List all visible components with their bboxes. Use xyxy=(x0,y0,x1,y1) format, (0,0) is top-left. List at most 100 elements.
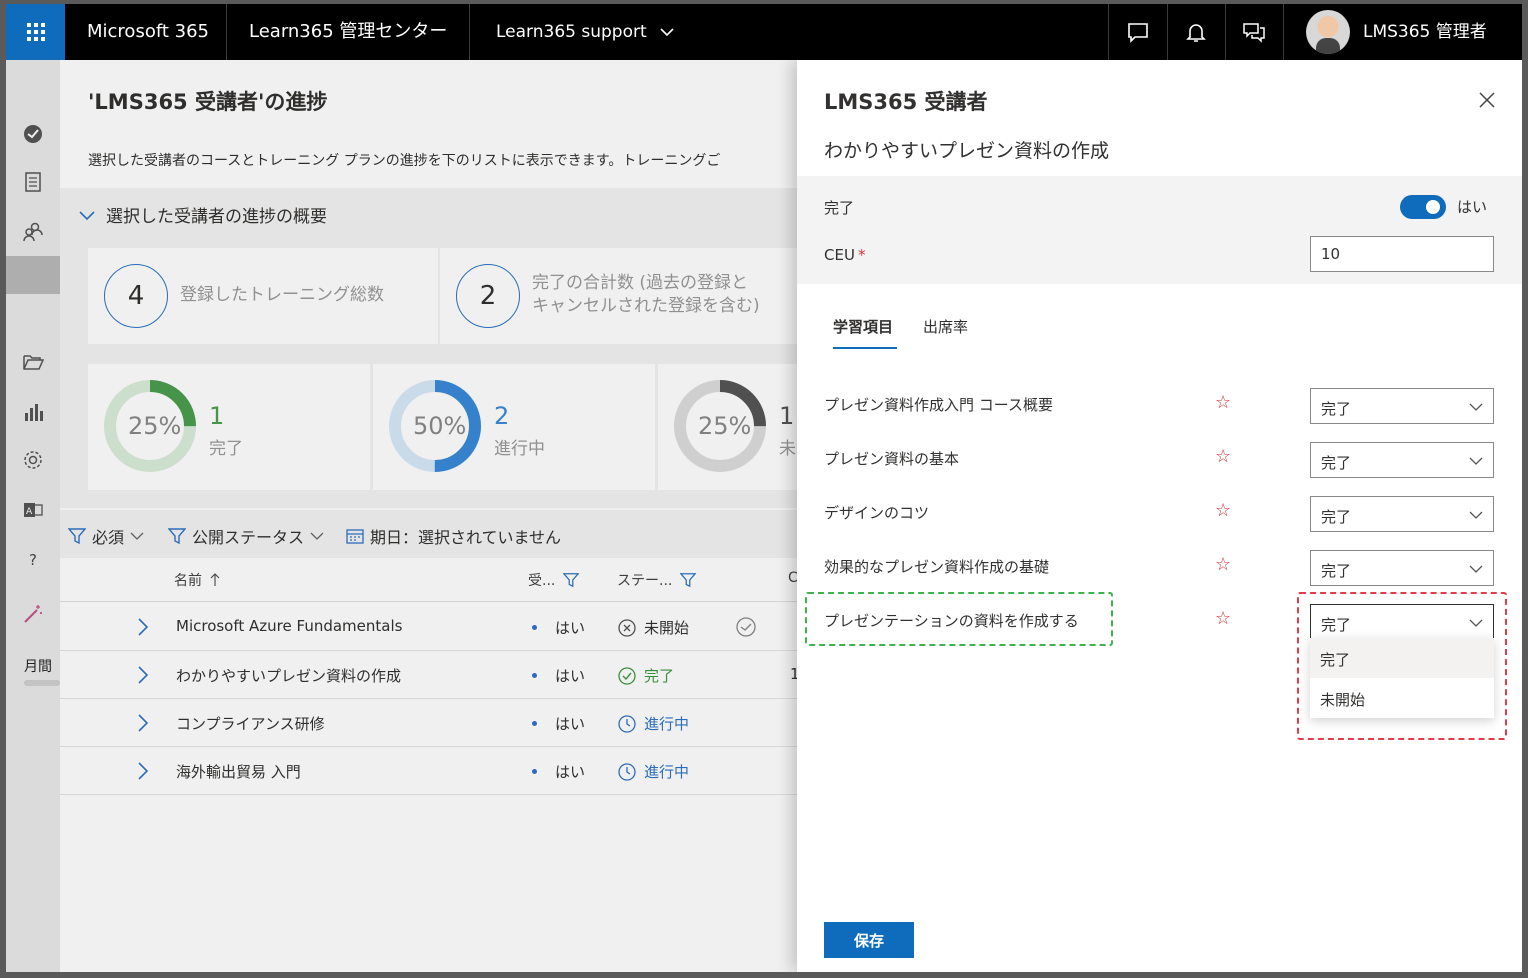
rail-item-access[interactable]: A xyxy=(19,496,47,524)
sort-ascending-icon xyxy=(210,573,220,586)
row-name[interactable]: 海外輸出貿易 入門 xyxy=(176,761,301,782)
ceu-input[interactable]: 10 xyxy=(1310,236,1494,272)
star-icon[interactable]: ☆ xyxy=(1215,392,1231,413)
column-status[interactable]: ステー... xyxy=(617,570,697,590)
rail-month-label: 月間 xyxy=(24,659,52,675)
chevron-down-icon xyxy=(310,532,324,540)
learning-item-label: プレゼン資料作成入門 コース概要 xyxy=(824,396,1054,414)
learning-item-status-dropdown[interactable]: 完了 xyxy=(1310,388,1494,424)
rail-item-users[interactable] xyxy=(19,218,47,246)
chevron-down-icon xyxy=(1469,511,1483,519)
donut-progress-percent: 50% xyxy=(413,412,467,440)
row-status-value: 進行中 xyxy=(644,763,690,781)
gear-icon xyxy=(24,451,42,469)
row-name[interactable]: Microsoft Azure Fundamentals xyxy=(176,617,402,635)
row-status-value: 完了 xyxy=(644,667,675,685)
tab-learning-items[interactable]: 学習項目 xyxy=(833,316,893,337)
chevron-right-icon[interactable] xyxy=(136,665,150,685)
detail-panel: LMS365 受講者 わかりやすいプレゼン資料の作成 完了 はい CEU * 10… xyxy=(797,60,1522,972)
messages-button[interactable] xyxy=(1225,4,1283,60)
waffle-icon xyxy=(26,23,45,41)
donut-notstarted-label: 未 xyxy=(779,439,796,459)
admin-center-link[interactable]: Learn365 管理センター xyxy=(249,4,447,60)
filter-required[interactable]: 必須 xyxy=(68,524,144,548)
complete-label: 完了 xyxy=(824,199,855,217)
user-name[interactable]: LMS365 管理者 xyxy=(1363,4,1487,60)
dropdown-value: 完了 xyxy=(1321,400,1352,418)
page-title: 'LMS365 受講者'の進捗 xyxy=(88,90,328,114)
chevron-down-icon xyxy=(1469,403,1483,411)
table-row[interactable]: わかりやすいプレゼン資料の作成 はい 完了 10 xyxy=(60,651,809,699)
stat-card-total: 4 登録したトレーニング総数 xyxy=(88,248,438,344)
table-row[interactable]: コンプライアンス研修 はい 進行中 xyxy=(60,699,800,747)
filter-date[interactable]: 期日：選択されていません xyxy=(346,524,561,548)
rail-item-courses[interactable] xyxy=(19,168,47,196)
row-enrolled: はい xyxy=(532,665,585,686)
table-row[interactable]: Microsoft Azure Fundamentals はい 未開始 xyxy=(60,603,800,651)
learning-item-status-dropdown[interactable]: 完了 xyxy=(1310,550,1494,586)
star-icon[interactable]: ☆ xyxy=(1215,608,1231,629)
learning-item-status-dropdown[interactable]: 完了 xyxy=(1310,442,1494,478)
rail-item-settings[interactable] xyxy=(19,446,47,474)
donut-notstarted-count: 1 xyxy=(779,402,795,430)
chevron-right-icon[interactable] xyxy=(136,617,150,637)
save-button[interactable]: 保存 xyxy=(824,922,914,958)
rail-item-files[interactable] xyxy=(19,348,47,376)
complete-check-icon[interactable] xyxy=(736,617,756,637)
panel-subtitle: わかりやすいプレゼン資料の作成 xyxy=(824,140,1110,162)
filter-publish-status[interactable]: 公開ステータス xyxy=(168,524,324,548)
rail-item-tools[interactable] xyxy=(19,600,47,628)
summary-toggle-label: 選択した受講者の進捗の概要 xyxy=(106,207,327,227)
conversation-icon xyxy=(1243,23,1265,43)
notifications-button[interactable] xyxy=(1167,4,1225,60)
feedback-button[interactable] xyxy=(1109,4,1167,60)
dropdown-value: 完了 xyxy=(1321,454,1352,472)
page-description: 選択した受講者のコースとトレーニング プランの進捗を下のリストに表示できます。ト… xyxy=(88,153,721,169)
tab-attendance[interactable]: 出席率 xyxy=(923,316,968,337)
rail-item-reports[interactable] xyxy=(19,398,47,426)
row-name[interactable]: コンプライアンス研修 xyxy=(176,713,325,734)
tab-active-indicator xyxy=(833,347,897,349)
stat-completed-label-2: キャンセルされた登録を含む) xyxy=(532,296,760,316)
stat-card-completed: 2 完了の合計数 (過去の登録と キャンセルされた登録を含む) xyxy=(440,248,800,344)
learning-item-status-dropdown[interactable]: 完了 xyxy=(1310,496,1494,532)
left-rail: A ? 月間 xyxy=(6,60,60,972)
donut-done-label: 完了 xyxy=(209,439,243,459)
close-icon[interactable] xyxy=(1477,90,1497,110)
summary-toggle[interactable]: 選択した受講者の進捗の概要 xyxy=(78,202,327,227)
rail-item-help[interactable]: ? xyxy=(19,546,47,574)
column-enrolled-label: 受... xyxy=(528,573,556,589)
star-icon[interactable]: ☆ xyxy=(1215,500,1231,521)
donut-done-percent: 25% xyxy=(128,412,182,440)
stat-completed-label-1: 完了の合計数 (過去の登録と xyxy=(532,273,749,293)
app-launcher-button[interactable] xyxy=(6,4,65,60)
chevron-down-icon xyxy=(660,28,674,37)
brand-link[interactable]: Microsoft 365 xyxy=(87,4,209,60)
tenant-selector[interactable]: Learn365 support xyxy=(496,4,674,60)
top-bar: Microsoft 365 Learn365 管理センター Learn365 s… xyxy=(6,4,1522,60)
complete-toggle-text: はい xyxy=(1457,198,1488,216)
dropdown-value: 完了 xyxy=(1321,508,1352,526)
filter-icon xyxy=(68,528,86,545)
complete-toggle[interactable] xyxy=(1400,195,1446,219)
star-icon[interactable]: ☆ xyxy=(1215,446,1231,467)
column-name[interactable]: 名前 xyxy=(174,570,220,590)
table-row[interactable]: 海外輸出貿易 入門 はい 進行中 xyxy=(60,747,800,795)
rail-progress-bar xyxy=(24,680,60,686)
bar-chart-icon xyxy=(25,404,43,421)
star-icon[interactable]: ☆ xyxy=(1215,554,1231,575)
row-name[interactable]: わかりやすいプレゼン資料の作成 xyxy=(176,665,401,686)
stat-total-value: 4 xyxy=(104,264,168,328)
row-enrolled-value: はい xyxy=(555,619,586,637)
avatar[interactable] xyxy=(1306,10,1350,54)
ceu-label-text: CEU xyxy=(824,246,855,264)
chevron-right-icon[interactable] xyxy=(136,713,150,733)
donut-card-progress: 50% 2 進行中 xyxy=(373,364,655,490)
row-enrolled-value: はい xyxy=(555,667,586,685)
rail-item-home[interactable] xyxy=(19,120,47,148)
svg-text:A: A xyxy=(26,507,33,517)
table-header: 名前 受... ステー... CE xyxy=(60,558,807,602)
column-name-label: 名前 xyxy=(174,573,202,589)
chevron-right-icon[interactable] xyxy=(136,761,150,781)
column-enrolled[interactable]: 受... xyxy=(528,570,580,590)
